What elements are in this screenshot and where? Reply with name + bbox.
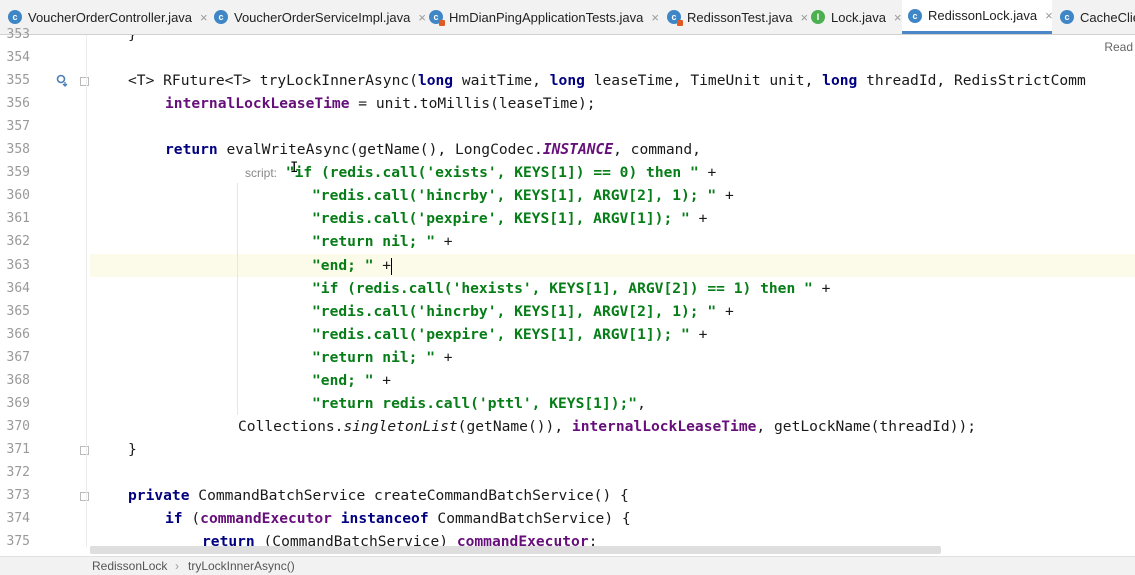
line-number: 369 (6, 396, 30, 411)
code-line-353: } (128, 35, 137, 46)
code-line-355: <T> RFuture<T> tryLockInnerAsync(long wa… (128, 72, 1086, 89)
tab-redisson-test[interactable]: c RedissonTest.java × (659, 0, 809, 34)
code-line-368: "end; " + (312, 372, 392, 389)
close-icon[interactable]: × (801, 10, 809, 25)
tab-label: VoucherOrderServiceImpl.java (234, 9, 411, 25)
current-line-highlight (90, 254, 1135, 277)
code-line-364: "if (redis.call('hexists', KEYS[1], ARGV… (312, 280, 831, 297)
line-number: 360 (6, 188, 30, 203)
line-number: 366 (6, 327, 30, 342)
line-number: 364 (6, 281, 30, 296)
line-number: 374 (6, 511, 30, 526)
code-line-359: script: "if (redis.call('exists', KEYS[1… (245, 164, 717, 181)
fold-icon[interactable] (80, 492, 89, 501)
line-number: 365 (6, 304, 30, 319)
breadcrumb-bar: RedissonLock › tryLockInnerAsync() (0, 556, 1135, 575)
tab-hm-dian-ping-application-tests[interactable]: c HmDianPingApplicationTests.java × (413, 0, 659, 34)
tab-label: Lock.java (831, 9, 886, 25)
code-line-370: Collections.singletonList(getName()), in… (238, 418, 977, 435)
line-number: 359 (6, 165, 30, 180)
breadcrumb-method[interactable]: tryLockInnerAsync() (188, 559, 295, 573)
override-method-icon[interactable] (55, 73, 69, 90)
close-icon[interactable]: × (1045, 8, 1053, 23)
java-class-icon: c (1060, 10, 1074, 24)
line-number-gutter[interactable]: 353 354 355 356 357 358 359 360 361 362 … (0, 27, 89, 549)
code-line-366: "redis.call('pexpire', KEYS[1], ARGV[1])… (312, 326, 708, 343)
breadcrumb-class[interactable]: RedissonLock (92, 559, 167, 573)
line-number: 372 (6, 465, 30, 480)
code-line-362: "return nil; " + (312, 233, 453, 250)
code-line-363: "end; " + (312, 257, 393, 275)
line-number: 355 (6, 73, 30, 88)
mouse-ibeam-cursor-icon: I (290, 160, 299, 176)
code-line-361: "redis.call('pexpire', KEYS[1], ARGV[1])… (312, 210, 708, 227)
java-class-icon: c (908, 8, 922, 23)
horizontal-scrollbar[interactable] (90, 546, 941, 554)
close-icon[interactable]: × (894, 10, 902, 25)
line-number: 358 (6, 142, 30, 157)
parameter-hint: script: (245, 166, 278, 180)
line-number: 371 (6, 442, 30, 457)
java-class-icon: c (8, 10, 22, 24)
gutter-divider (86, 35, 87, 547)
tab-label: RedissonTest.java (687, 9, 793, 25)
fold-icon[interactable] (80, 446, 89, 455)
java-class-icon: c (214, 10, 228, 24)
tab-voucher-order-service-impl[interactable]: c VoucherOrderServiceImpl.java × (198, 0, 426, 34)
code-line-358: return evalWriteAsync(getName(), LongCod… (165, 141, 701, 158)
code-line-373: private CommandBatchService createComman… (128, 487, 629, 504)
code-line-371: } (128, 441, 137, 458)
line-number: 362 (6, 234, 30, 249)
code-line-369: "return redis.call('pttl', KEYS[1]);", (312, 395, 646, 412)
java-interface-icon: I (811, 10, 825, 24)
line-number: 375 (6, 534, 30, 549)
test-class-icon: c (429, 10, 445, 26)
tab-label: VoucherOrderController.java (28, 9, 193, 25)
editor-tab-bar: c VoucherOrderController.java × c Vouche… (0, 0, 1135, 35)
line-number: 356 (6, 96, 30, 111)
close-icon[interactable]: × (651, 10, 659, 25)
code-line-356: internalLockLeaseTime = unit.toMillis(le… (165, 95, 596, 112)
fold-icon[interactable] (80, 77, 89, 86)
line-number: 368 (6, 373, 30, 388)
code-line-367: "return nil; " + (312, 349, 453, 366)
line-number: 354 (6, 50, 30, 65)
line-number: 361 (6, 211, 30, 226)
line-number: 370 (6, 419, 30, 434)
tab-label: RedissonLock.java (928, 8, 1038, 23)
line-number: 357 (6, 119, 30, 134)
tab-label: CacheClien (1080, 9, 1135, 25)
line-number: 353 (6, 27, 30, 42)
breadcrumb-separator-icon: › (175, 559, 179, 573)
code-line-365: "redis.call('hincrby', KEYS[1], ARGV[2],… (312, 303, 734, 320)
tab-cache-client[interactable]: c CacheClien (1054, 0, 1135, 34)
code-editor[interactable]: } <T> RFuture<T> tryLockInnerAsync(long … (90, 35, 1135, 547)
code-line-374: if (commandExecutor instanceof CommandBa… (165, 510, 631, 527)
test-class-icon: c (667, 10, 683, 26)
code-line-360: "redis.call('hincrby', KEYS[1], ARGV[2],… (312, 187, 734, 204)
line-number: 363 (6, 258, 30, 273)
reader-mode-button[interactable]: Read (1104, 40, 1133, 54)
tab-lock[interactable]: I Lock.java × (809, 0, 905, 34)
tab-label: HmDianPingApplicationTests.java (449, 9, 644, 25)
tab-redisson-lock[interactable]: c RedissonLock.java × (902, 0, 1053, 34)
code-line-375: return (CommandBatchService) commandExec… (202, 533, 598, 547)
line-number: 367 (6, 350, 30, 365)
line-number: 373 (6, 488, 30, 503)
text-caret (391, 257, 393, 275)
indent-guide (237, 183, 238, 415)
